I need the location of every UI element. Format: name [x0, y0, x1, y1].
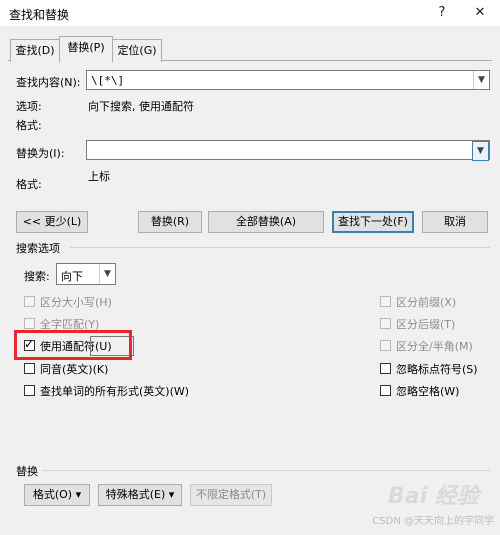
find-input-value: \[*\] — [91, 74, 125, 87]
tab-replace[interactable]: 替换(P) — [59, 36, 113, 63]
find-label: 查找内容(N): — [16, 76, 81, 89]
search-options-title: 搜索选项 — [16, 242, 60, 255]
search-options-divider — [70, 247, 490, 248]
sounds-like-checkbox[interactable] — [24, 363, 35, 374]
replace-button[interactable]: 替换(R) — [138, 211, 202, 233]
window-title: 查找和替换 — [9, 8, 70, 22]
options-label: 选项: — [16, 100, 42, 113]
replace-section-title: 替换 — [16, 465, 38, 478]
tab-find[interactable]: 查找(D) — [10, 39, 60, 62]
less-button[interactable]: << 更少(L) — [16, 211, 88, 233]
match-prefix-checkbox[interactable] — [380, 296, 391, 307]
whole-word-checkbox[interactable] — [24, 318, 35, 329]
search-direction-dropdown-icon[interactable]: ▼ — [99, 264, 115, 284]
match-prefix-label: 区分前缀(X) — [396, 296, 457, 309]
ignore-whitespace-checkbox[interactable] — [380, 385, 391, 396]
all-word-forms-label: 查找单词的所有形式(英文)(W) — [40, 385, 190, 398]
sounds-like-label: 同音(英文)(K) — [40, 363, 109, 376]
find-next-button[interactable]: 查找下一处(F) — [332, 211, 414, 233]
special-format-button[interactable]: 特殊格式(E) ▾ — [98, 484, 182, 506]
match-width-checkbox[interactable] — [380, 340, 391, 351]
search-direction-select[interactable]: 向下 ▼ — [56, 263, 116, 285]
baidu-watermark: Bai 经验 — [388, 484, 479, 509]
ignore-whitespace-label: 忽略空格(W) — [396, 385, 460, 398]
tab-goto[interactable]: 定位(G) — [112, 39, 162, 62]
options-value: 向下搜索, 使用通配符 — [88, 100, 194, 113]
match-case-checkbox[interactable] — [24, 296, 35, 307]
no-formatting-button[interactable]: 不限定格式(T) — [190, 484, 272, 506]
match-case-label: 区分大小写(H) — [40, 296, 112, 309]
ignore-punctuation-checkbox[interactable] — [380, 363, 391, 374]
title-bar: 查找和替换 ? ✕ — [0, 0, 500, 26]
find-dropdown-icon[interactable]: ▼ — [473, 71, 489, 89]
search-direction-value: 向下 — [61, 270, 83, 283]
find-input[interactable]: \[*\] ▼ — [86, 70, 490, 90]
replace-label: 替换为(I): — [16, 147, 65, 160]
search-direction-label: 搜索: — [24, 270, 50, 283]
match-width-label: 区分全/半角(M) — [396, 340, 473, 353]
close-button[interactable]: ✕ — [470, 3, 490, 23]
format-button[interactable]: 格式(O) ▾ — [24, 484, 90, 506]
match-suffix-checkbox[interactable] — [380, 318, 391, 329]
find-format-label: 格式: — [16, 119, 42, 132]
help-button[interactable]: ? — [432, 3, 452, 23]
ignore-punctuation-label: 忽略标点符号(S) — [396, 363, 478, 376]
match-suffix-label: 区分后缀(T) — [396, 318, 456, 331]
replace-dropdown-icon[interactable]: ▼ — [472, 141, 489, 161]
annotation-highlight-box — [14, 330, 132, 360]
replace-format-value: 上标 — [88, 170, 110, 183]
csdn-watermark: CSDN @天天向上的字同学 — [372, 516, 494, 527]
all-word-forms-checkbox[interactable] — [24, 385, 35, 396]
replace-input[interactable]: ▼ — [86, 140, 490, 161]
replace-all-button[interactable]: 全部替换(A) — [208, 211, 324, 233]
replace-section-divider — [42, 470, 490, 471]
cancel-button[interactable]: 取消 — [422, 211, 488, 233]
replace-format-label: 格式: — [16, 178, 42, 191]
